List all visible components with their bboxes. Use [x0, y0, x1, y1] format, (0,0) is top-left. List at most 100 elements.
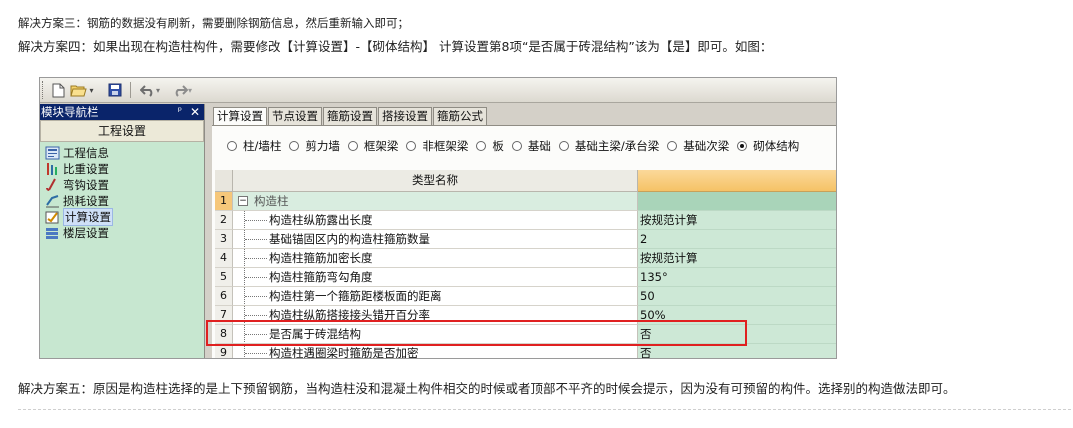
radio-dot	[347, 141, 358, 151]
row-name: − 构造柱	[233, 192, 638, 211]
radio-frame-beam[interactable]: 框架梁	[347, 138, 399, 154]
radio-dot	[227, 141, 237, 151]
row-name-text: 构造柱箍筋弯勾角度	[269, 270, 373, 284]
row-value[interactable]: 135°	[638, 268, 836, 287]
row-number: 2	[215, 211, 233, 230]
tree-line	[237, 249, 267, 267]
row-name: 构造柱箍筋加密长度	[233, 249, 638, 268]
radio-dot	[511, 141, 522, 151]
radio-dot-checked	[737, 141, 748, 151]
table-row[interactable]: 4 构造柱箍筋加密长度 按规范计算	[215, 249, 836, 268]
radio-foundation-secondary-beam[interactable]: 基础次梁	[667, 138, 729, 154]
row-name-text: 构造柱第一个箍筋距楼板面的距离	[269, 289, 442, 303]
nav-group-header[interactable]: 工程设置	[40, 120, 204, 142]
grid-group-row[interactable]: 1 − 构造柱	[215, 192, 836, 211]
nav-item-loss-settings[interactable]: 损耗设置	[40, 193, 204, 209]
radio-foundation-main-beam[interactable]: 基础主梁/承台梁	[558, 138, 659, 154]
table-row[interactable]: 3 基础锚固区内的构造柱箍筋数量 2	[215, 230, 836, 249]
radio-label: 砌体结构	[753, 139, 800, 153]
open-folder-icon[interactable]: ▾	[70, 81, 94, 99]
row-value[interactable]: 否	[638, 344, 836, 358]
software-screenshot: ▾ ▾ ▾ 模块导航栏 ᵖ ✕ 工程设置 工程信息 比重设置 弯钩设置 损耗设置…	[39, 77, 837, 359]
pin-icon[interactable]: ᵖ	[178, 104, 182, 120]
tab-node-settings[interactable]: 节点设置	[268, 107, 322, 125]
row-value	[638, 192, 836, 211]
radio-foundation[interactable]: 基础	[511, 138, 551, 154]
toolbar: ▾ ▾ ▾	[40, 78, 836, 103]
radio-label: 基础	[527, 139, 551, 153]
solution-4-text: 解决方案四：如果出现在构造柱构件，需要修改【计算设置】-【砌体结构】 计算设置第…	[18, 39, 773, 54]
nav-item-label: 计算设置	[63, 208, 113, 226]
row-value[interactable]: 2	[638, 230, 836, 249]
row-name-text: 构造柱纵筋露出长度	[269, 213, 373, 227]
nav-list: 工程信息 比重设置 弯钩设置 损耗设置 计算设置 楼层设置	[40, 142, 204, 358]
tab-stirrup-settings[interactable]: 箍筋设置	[323, 107, 377, 125]
row-value[interactable]: 50	[638, 287, 836, 306]
radio-label: 基础次梁	[683, 139, 730, 153]
tree-line	[237, 287, 267, 305]
tree-line	[237, 344, 267, 358]
row-name-text: 基础锚固区内的构造柱箍筋数量	[269, 232, 430, 246]
nav-item-label: 弯钩设置	[63, 178, 109, 192]
solution-5-text: 解决方案五：原因是构造柱选择的是上下预留钢筋，当构造柱没和混凝土构件相交的时候或…	[18, 381, 956, 396]
nav-item-hook-settings[interactable]: 弯钩设置	[40, 177, 204, 193]
radio-label: 非框架梁	[422, 139, 469, 153]
save-disk-icon[interactable]	[106, 81, 124, 99]
row-name-text: 构造柱遇圈梁时箍筋是否加密	[269, 346, 419, 359]
close-icon[interactable]: ✕	[190, 104, 200, 120]
radio-dot	[667, 141, 678, 151]
solution-3-text: 解决方案三：钢筋的数据没有刷新，需要删除钢筋信息，然后重新输入即可；	[18, 16, 409, 30]
radio-label: 框架梁	[363, 139, 399, 153]
row-value[interactable]: 按规范计算	[638, 249, 836, 268]
tree-line	[237, 268, 267, 286]
undo-icon[interactable]: ▾	[136, 81, 164, 99]
nav-item-label: 楼层设置	[63, 226, 109, 240]
info-icon	[45, 146, 61, 160]
divider	[18, 409, 1071, 410]
group-label: 构造柱	[254, 194, 289, 208]
radio-label: 剪力墙	[305, 139, 340, 153]
radio-slab[interactable]: 板	[476, 138, 504, 154]
new-file-icon[interactable]	[49, 81, 67, 99]
nav-item-project-info[interactable]: 工程信息	[40, 145, 204, 161]
radio-shear-wall[interactable]: 剪力墙	[289, 138, 340, 154]
radio-column[interactable]: 柱/墙柱	[227, 138, 281, 154]
grid-header: 类型名称	[215, 170, 836, 192]
calc-icon	[45, 210, 61, 224]
nav-item-label: 损耗设置	[63, 194, 109, 208]
table-row[interactable]: 9 构造柱遇圈梁时箍筋是否加密 否	[215, 344, 836, 359]
loss-icon	[45, 194, 61, 208]
tab-stirrup-formula[interactable]: 箍筋公式	[433, 107, 487, 125]
radio-masonry-structure[interactable]: 砌体结构	[737, 138, 799, 154]
row-name: 基础锚固区内的构造柱箍筋数量	[233, 230, 638, 249]
grid-corner	[215, 170, 233, 192]
weight-icon	[45, 162, 61, 176]
row-number: 1	[215, 192, 233, 211]
row-value[interactable]: 按规范计算	[638, 211, 836, 230]
column-header-value	[638, 170, 836, 192]
row-number: 4	[215, 249, 233, 268]
tree-line	[237, 230, 267, 248]
row-name: 构造柱第一个箍筋距楼板面的距离	[233, 287, 638, 306]
nav-item-calc-settings[interactable]: 计算设置	[40, 208, 204, 226]
row-name: 构造柱遇圈梁时箍筋是否加密	[233, 344, 638, 359]
redo-icon[interactable]: ▾	[168, 81, 196, 99]
table-row[interactable]: 2 构造柱纵筋露出长度 按规范计算	[215, 211, 836, 230]
highlight-box	[206, 320, 747, 346]
radio-label: 柱/墙柱	[243, 139, 282, 153]
column-header-type-name: 类型名称	[233, 170, 638, 192]
radio-dot	[558, 141, 569, 151]
toolbar-separator	[130, 82, 131, 98]
row-name-text: 构造柱箍筋加密长度	[269, 251, 373, 265]
table-row[interactable]: 5 构造柱箍筋弯勾角度 135°	[215, 268, 836, 287]
toolbar-grip	[42, 81, 45, 99]
collapse-icon[interactable]: −	[238, 196, 248, 206]
radio-dot	[289, 141, 300, 151]
radio-non-frame-beam[interactable]: 非框架梁	[406, 138, 468, 154]
tab-calc-settings[interactable]: 计算设置	[213, 107, 267, 126]
nav-item-floor-settings[interactable]: 楼层设置	[40, 225, 204, 241]
table-row[interactable]: 6 构造柱第一个箍筋距楼板面的距离 50	[215, 287, 836, 306]
nav-item-weight-settings[interactable]: 比重设置	[40, 161, 204, 177]
hook-icon	[45, 178, 61, 192]
tab-lap-settings[interactable]: 搭接设置	[378, 107, 432, 125]
